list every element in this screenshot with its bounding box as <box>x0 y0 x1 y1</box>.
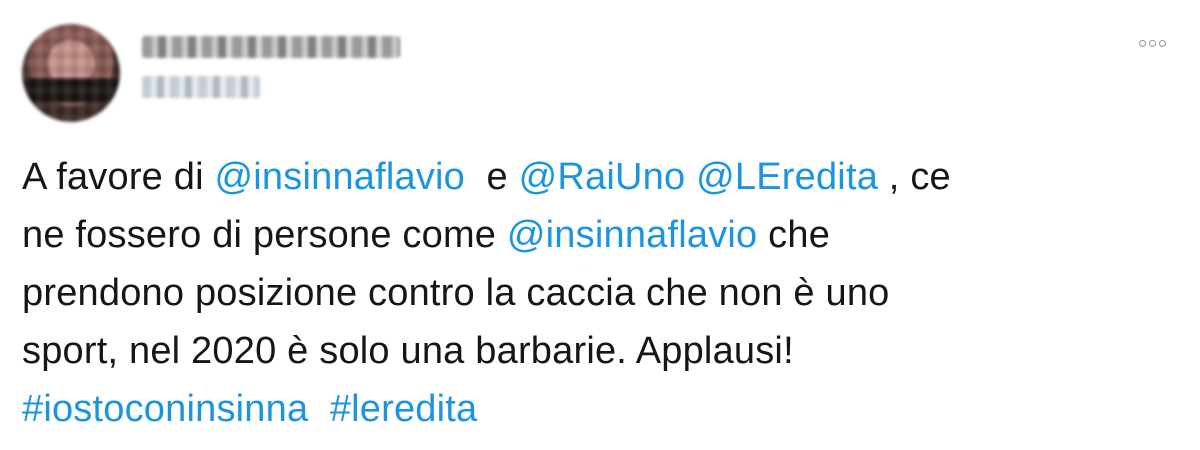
hashtag-link[interactable]: #leredita <box>330 388 478 430</box>
tweet-card: A favore di @insinnaflavio e @RaiUno @LE… <box>0 0 1200 450</box>
text-segment: prendono posizione contro la caccia che … <box>22 272 890 314</box>
tweet-line-5: #iostoconinsinna #leredita <box>22 380 1142 438</box>
text-segment <box>308 388 330 430</box>
mention-link[interactable]: @insinnaflavio <box>507 214 758 256</box>
more-options-icon[interactable] <box>1135 36 1170 51</box>
mention-link[interactable]: @insinnaflavio <box>215 156 466 198</box>
more-dot <box>1159 40 1166 47</box>
text-segment: ne fossero di persone come <box>22 214 507 256</box>
tweet-line-4: sport, nel 2020 è solo una barbarie. App… <box>22 322 1142 380</box>
text-segment <box>685 156 696 198</box>
tweet-line-1: A favore di @insinnaflavio e @RaiUno @LE… <box>22 148 1142 206</box>
mention-link[interactable]: @LEredita <box>696 156 878 198</box>
text-segment: A favore di <box>22 156 215 198</box>
more-dot <box>1149 40 1156 47</box>
hashtag-link[interactable]: #iostoconinsinna <box>22 388 308 430</box>
display-name-redacted[interactable] <box>142 36 400 58</box>
more-dot <box>1139 40 1146 47</box>
tweet-text: A favore di @insinnaflavio e @RaiUno @LE… <box>22 148 1142 438</box>
text-segment: e <box>465 156 519 198</box>
avatar[interactable] <box>22 24 120 122</box>
text-segment: sport, nel 2020 è solo una barbarie. App… <box>22 330 794 372</box>
username-redacted[interactable] <box>142 76 260 98</box>
text-segment: , ce <box>878 156 951 198</box>
tweet-line-2: ne fossero di persone come @insinnaflavi… <box>22 206 1142 264</box>
mention-link[interactable]: @RaiUno <box>519 156 686 198</box>
tweet-line-3: prendono posizione contro la caccia che … <box>22 264 1142 322</box>
avatar-pixelation <box>22 24 120 122</box>
text-segment: che <box>757 214 831 256</box>
